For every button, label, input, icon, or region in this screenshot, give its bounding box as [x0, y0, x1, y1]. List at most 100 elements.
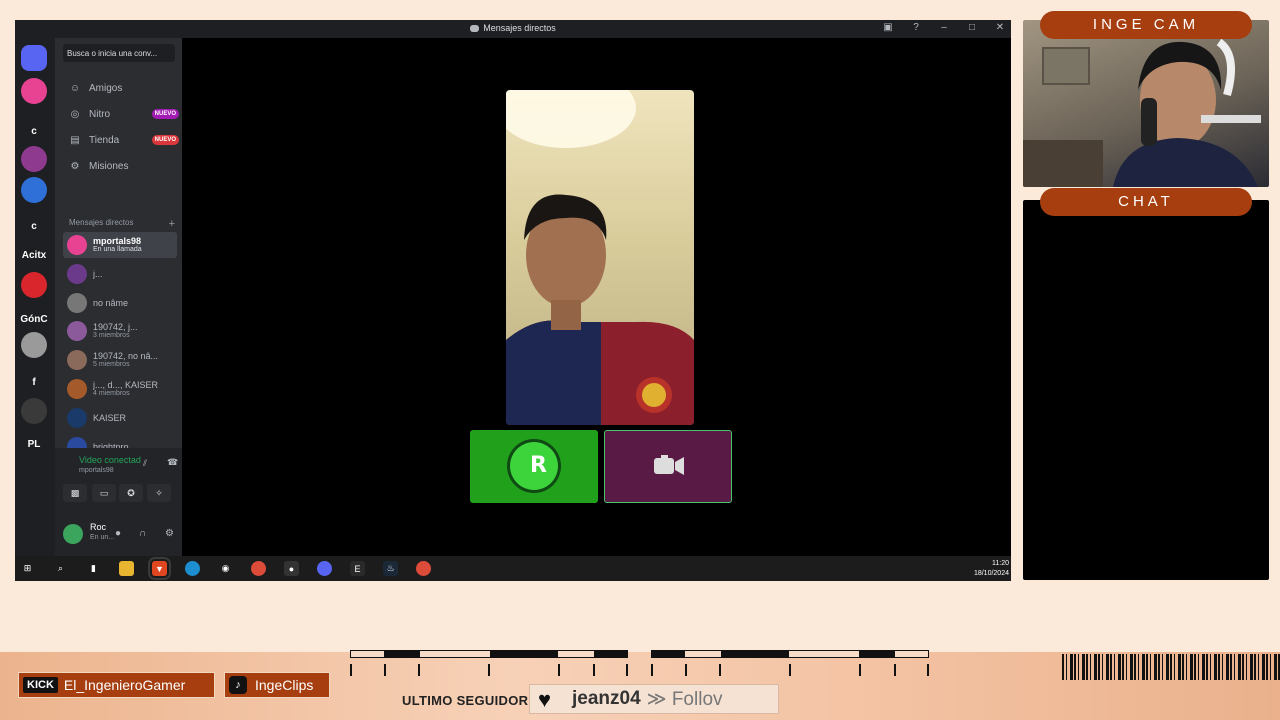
- guild-server-avatar[interactable]: [21, 177, 47, 203]
- barcode-decoration: [1062, 654, 1280, 680]
- brave-icon[interactable]: ▼: [148, 557, 171, 580]
- epic-icon[interactable]: E: [350, 561, 365, 576]
- maximize-button[interactable]: □: [965, 22, 979, 33]
- taskbar-clock[interactable]: 11:20 18/10/2024: [974, 559, 1009, 579]
- avatar: [67, 264, 87, 284]
- nav-label: Amigos: [89, 82, 123, 94]
- username: Roc: [90, 522, 107, 532]
- dm-name: mportals98: [93, 236, 142, 246]
- ruler-decoration: [651, 650, 929, 680]
- dm-item[interactable]: 190742, no nâ... 5 miembros: [63, 347, 177, 373]
- participant-tile-camera-off[interactable]: [604, 430, 732, 503]
- inbox-icon[interactable]: ▣: [881, 22, 895, 33]
- dm-subtitle: En una llamada: [93, 246, 142, 253]
- noise-suppression-icon[interactable]: ⫽: [143, 458, 147, 469]
- guild-server-avatar[interactable]: [21, 146, 47, 172]
- dm-name: 190742, no nâ...: [93, 351, 159, 361]
- close-button[interactable]: ✕: [993, 22, 1007, 33]
- guild-discord-icon[interactable]: [21, 78, 47, 104]
- search-icon[interactable]: ⌕: [53, 561, 68, 576]
- discord-icon: [470, 25, 480, 32]
- dm-header: Mensajes directos +: [69, 218, 175, 230]
- guild-item[interactable]: f: [21, 369, 47, 395]
- app-icon[interactable]: ◉: [218, 561, 233, 576]
- disconnect-icon[interactable]: ☎: [167, 457, 178, 468]
- new-badge: NUEVO: [151, 135, 179, 145]
- guild-discord-icon[interactable]: [21, 45, 47, 71]
- avatar[interactable]: [63, 524, 83, 544]
- voice-status: Video conectad: [79, 455, 141, 465]
- minimize-button[interactable]: –: [937, 22, 951, 33]
- dm-item[interactable]: no nâme: [63, 290, 177, 316]
- dm-item[interactable]: KAISER: [63, 405, 177, 431]
- nav-label: Nitro: [89, 108, 111, 120]
- guild-item[interactable]: c: [21, 213, 47, 239]
- discord-icon[interactable]: [317, 561, 332, 576]
- dm-name: 190742, j...: [93, 322, 138, 332]
- new-badge: NUEVO: [151, 109, 179, 119]
- mic-icon[interactable]: ●: [115, 528, 121, 539]
- main-video[interactable]: [506, 90, 694, 425]
- guild-item[interactable]: Acitx: [21, 242, 47, 268]
- nav-label: Tienda: [89, 134, 120, 146]
- cam-label: INGE CAM: [1040, 11, 1252, 39]
- file-explorer-icon[interactable]: [119, 561, 134, 576]
- heart-icon: ♥: [538, 687, 552, 712]
- tiktok-icon: ♪: [229, 676, 247, 694]
- chat-label: CHAT: [1040, 188, 1252, 216]
- avatar: [67, 321, 87, 341]
- avatar: [67, 235, 87, 255]
- task-view-icon[interactable]: ▮: [86, 561, 101, 576]
- webcam-feed: [1023, 20, 1269, 187]
- guild-server-avatar[interactable]: [21, 398, 47, 424]
- guild-server-avatar[interactable]: [21, 332, 47, 358]
- dm-item[interactable]: j...: [63, 261, 177, 287]
- nav-label: Misiones: [89, 160, 129, 172]
- window-title: Mensajes directos: [483, 23, 556, 33]
- dm-item[interactable]: j..., d..., KAISER 4 miembros: [63, 376, 177, 402]
- shop-icon: ▤: [70, 134, 80, 146]
- camera-button[interactable]: ▩: [63, 484, 87, 502]
- activity-button[interactable]: ✪: [119, 484, 143, 502]
- nav-nitro[interactable]: ◎ Nitro NUEVO: [69, 106, 179, 122]
- nav-tienda[interactable]: ▤ Tienda NUEVO: [69, 132, 179, 148]
- svg-text:R: R: [530, 453, 547, 478]
- voice-channel: mportals98: [79, 467, 114, 474]
- start-icon[interactable]: ⊞: [20, 561, 35, 576]
- guild-server-avatar[interactable]: [21, 272, 47, 298]
- settings-gear-icon[interactable]: ⚙: [165, 528, 174, 539]
- nav-misiones[interactable]: ⚙ Misiones: [69, 158, 179, 174]
- nav-amigos[interactable]: ☺ Amigos: [69, 80, 179, 96]
- guild-item[interactable]: PL: [21, 431, 47, 457]
- soundboard-button[interactable]: ✧: [147, 484, 171, 502]
- participant-tile-avatar[interactable]: R: [470, 430, 598, 503]
- dm-item[interactable]: mportals98 En una llamada: [63, 232, 177, 258]
- obs-icon[interactable]: ●: [284, 561, 299, 576]
- kick-icon: KICK: [23, 677, 58, 693]
- dm-header-label: Mensajes directos: [69, 218, 134, 227]
- dm-subtitle: 5 miembros: [93, 361, 130, 368]
- kick-channel-chip: KICK El_IngenieroGamer: [18, 672, 215, 698]
- dm-name: j..., d..., KAISER: [93, 380, 159, 390]
- guild-item[interactable]: GónC: [20, 306, 47, 332]
- dm-item[interactable]: 190742, j... 3 miembros: [63, 318, 177, 344]
- camera-icon: [654, 455, 684, 475]
- discord-window: Mensajes directos ▣ ? – □ ✕ c c Acitx GónC f…: [15, 20, 1011, 581]
- edge-icon[interactable]: [185, 561, 200, 576]
- screen-share-button[interactable]: ▭: [92, 484, 116, 502]
- dm-name: j...: [93, 269, 103, 279]
- chrome-icon[interactable]: [416, 561, 431, 576]
- help-icon[interactable]: ?: [909, 22, 923, 33]
- quests-icon: ⚙: [70, 160, 80, 172]
- windows-taskbar: 11:20 18/10/2024 ⊞ ⌕ ▮ ▼ ◉ ● E ♨: [15, 556, 1011, 581]
- nitro-icon: ◎: [70, 108, 80, 120]
- steam-icon[interactable]: ♨: [383, 561, 398, 576]
- headphones-icon[interactable]: ∩: [139, 528, 146, 539]
- add-dm-icon[interactable]: +: [169, 218, 175, 230]
- friends-icon: ☺: [69, 82, 81, 94]
- user-panel: Roc En un... ● ∩ ⚙: [55, 516, 182, 556]
- last-follower-box: ♥ jeanz04 ≫ Follov: [529, 684, 779, 714]
- chrome-icon[interactable]: [251, 561, 266, 576]
- search-input[interactable]: Busca o inicia una conv...: [63, 44, 175, 62]
- guild-item[interactable]: c: [21, 118, 47, 144]
